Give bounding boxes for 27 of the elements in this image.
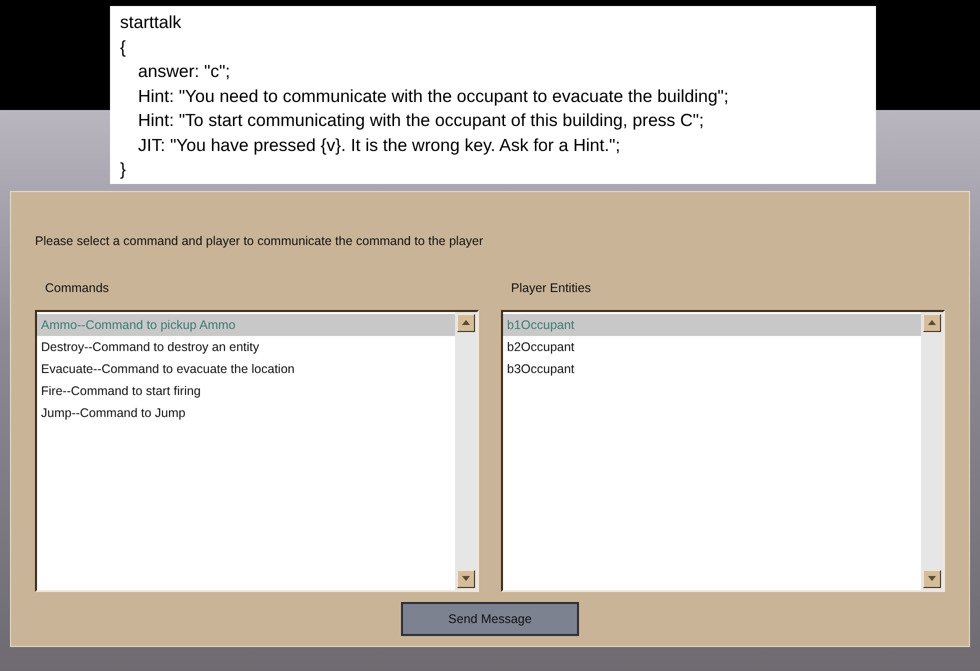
up-arrow-icon [928, 320, 936, 325]
list-item[interactable]: Destroy--Command to destroy an entity [37, 336, 455, 358]
up-arrow-icon [462, 320, 470, 325]
code-line: } [120, 158, 127, 181]
code-line: Hint: "You need to communicate with the occupant to evacuate the building"; [137, 84, 730, 108]
code-line: starttalk [120, 11, 182, 34]
list-item[interactable]: Jump--Command to Jump [37, 402, 455, 424]
scroll-down-button[interactable] [923, 570, 941, 588]
code-line: answer: "c"; [137, 60, 232, 83]
scroll-up-button[interactable] [457, 314, 475, 332]
scroll-up-button[interactable] [923, 314, 941, 332]
code-line: Hint: "To start communicating with the occupant of this building, press C"; [137, 109, 705, 132]
list-item[interactable]: Fire--Command to start firing [37, 380, 455, 402]
code-line: JIT: "You have pressed {v}. It is the wrong key. Ask for a Hint."; [137, 134, 622, 157]
list-item[interactable]: b2Occupant [503, 336, 921, 358]
list-label: Commands [45, 280, 110, 294]
down-arrow-icon [928, 576, 936, 581]
scrollbar[interactable] [921, 312, 943, 590]
list-label: Player Entities [511, 280, 592, 294]
send-message-button[interactable]: Send Message [401, 602, 579, 636]
scroll-down-button[interactable] [457, 570, 475, 588]
scrollbar[interactable] [455, 312, 477, 590]
list-item[interactable]: b3Occupant [503, 358, 921, 380]
down-arrow-icon [462, 576, 470, 581]
prompt-text: Please select a command and player to communicate the command to the player [35, 234, 484, 248]
code-line: { [120, 36, 127, 59]
list-item[interactable]: Evacuate--Command to evacuate the location [37, 358, 455, 380]
